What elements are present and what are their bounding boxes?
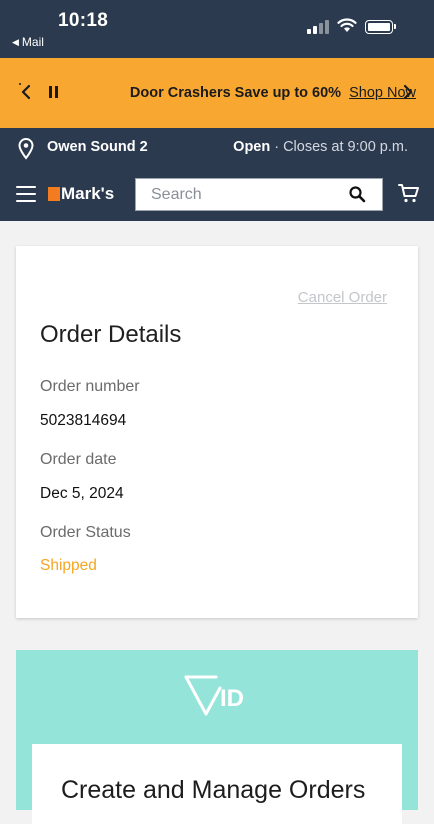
create-orders-heading: Create and Manage Orders bbox=[61, 776, 366, 804]
order-date-label: Order date bbox=[40, 451, 117, 468]
page-title: Order Details bbox=[40, 321, 182, 348]
store-closing-time: Closes at 9:00 p.m. bbox=[283, 139, 408, 155]
order-status-value: Shipped bbox=[40, 557, 97, 574]
store-name: Owen Sound 2 bbox=[47, 139, 148, 155]
location-pin-icon bbox=[18, 138, 34, 160]
battery-icon bbox=[365, 20, 396, 34]
separator: · bbox=[274, 139, 280, 155]
promo-banner: Door Crashers Save up to 60% Shop Now bbox=[0, 58, 434, 128]
back-to-app[interactable]: ◀ Mail bbox=[12, 35, 44, 49]
order-number-label: Order number bbox=[40, 378, 140, 395]
create-orders-card: Create and Manage Orders bbox=[32, 744, 402, 824]
chevron-left-icon[interactable] bbox=[18, 80, 32, 104]
cellular-signal-icon bbox=[307, 18, 329, 34]
order-date-value: Dec 5, 2024 bbox=[40, 485, 124, 502]
search-box bbox=[135, 178, 383, 211]
promo-message: Door Crashers Save up to 60% Shop Now bbox=[130, 85, 416, 101]
pause-icon[interactable] bbox=[47, 80, 61, 104]
back-app-label: Mail bbox=[21, 35, 44, 49]
promo-headline: Door Crashers Save up to 60% bbox=[129, 85, 342, 101]
order-number-value: 5023814694 bbox=[40, 412, 127, 429]
wifi-icon bbox=[337, 18, 357, 32]
store-open-status: Open bbox=[233, 139, 271, 155]
logo-mark bbox=[48, 187, 60, 201]
order-details-card: Cancel Order Order Details Order number … bbox=[16, 246, 418, 618]
store-bar[interactable]: Owen Sound 2 Open · Closes at 9:00 p.m. bbox=[0, 128, 434, 168]
id-logo-icon: ID bbox=[184, 675, 244, 716]
chevron-right-icon[interactable] bbox=[400, 80, 416, 104]
marks-logo[interactable]: Mark's bbox=[48, 184, 114, 204]
search-icon[interactable] bbox=[349, 186, 366, 203]
cancel-order-link[interactable]: Cancel Order bbox=[298, 289, 387, 306]
id-promo-panel: ID Create and Manage Orders bbox=[16, 650, 418, 824]
store-hours: Open · Closes at 9:00 p.m. bbox=[233, 139, 408, 155]
cart-icon[interactable] bbox=[398, 182, 420, 204]
back-arrow-icon: ◀ bbox=[12, 36, 19, 47]
nav-bar: Mark's bbox=[0, 168, 434, 221]
menu-icon[interactable] bbox=[16, 186, 36, 207]
brand-name: Mark's bbox=[61, 184, 115, 203]
search-input[interactable] bbox=[136, 179, 351, 210]
order-status-label: Order Status bbox=[40, 524, 131, 541]
id-logo-text: ID bbox=[220, 685, 244, 712]
status-bar: 10:18 ◀ Mail bbox=[0, 0, 434, 58]
status-time: 10:18 bbox=[58, 10, 109, 31]
